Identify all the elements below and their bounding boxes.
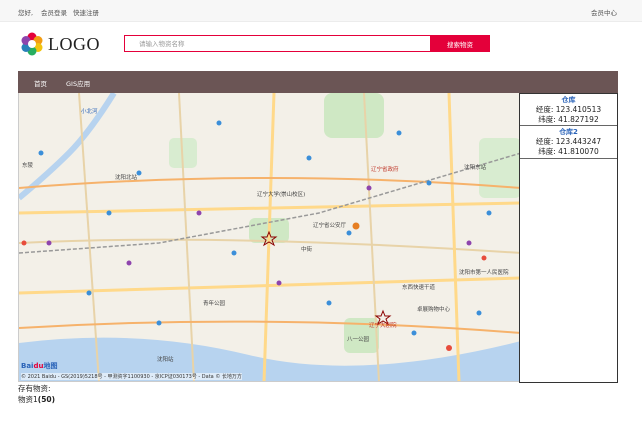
map-label: 青年公园: [203, 301, 226, 307]
inventory-label: 存有物资:: [18, 384, 51, 393]
map-label: 沈阳北站: [115, 175, 138, 181]
warehouse-name: 仓库: [561, 96, 576, 104]
map-label: 小北河: [81, 109, 98, 115]
nav-item-home[interactable]: 首页: [34, 78, 47, 88]
warehouse-lng: 经度: 123.410513: [535, 105, 602, 114]
map-label: 东陵: [22, 163, 34, 169]
map-background: [19, 93, 520, 381]
warehouse-2-info[interactable]: 仓库2 经度: 123.443247 纬度: 41.810070: [520, 127, 617, 157]
map-label: 沈阳市第一人民医院: [459, 270, 509, 276]
map-copyright: © 2021 Baidu - GS(2019)5218号 - 甲测资字11009…: [21, 373, 242, 380]
divider: [520, 158, 617, 159]
member-center-link[interactable]: 会员中心: [591, 7, 617, 17]
logo-flower-icon: [21, 32, 43, 56]
map-label: 辽宁省公安厅: [313, 223, 347, 229]
register-link[interactable]: 快速注册: [73, 7, 99, 17]
map-label: 辽宁大学(崇山校区): [257, 192, 306, 198]
site-logo[interactable]: LOGO: [20, 31, 100, 57]
warehouse-info-panel: 仓库 经度: 123.410513 纬度: 41.827192 仓库2 经度: …: [519, 93, 618, 383]
warehouse-lat: 纬度: 41.810070: [538, 147, 599, 156]
map-label: 辽宁大剧院: [369, 323, 397, 329]
search-input[interactable]: [124, 35, 430, 52]
map-label: 沈阳站: [157, 357, 174, 363]
nav-item-gis[interactable]: GIS应用: [66, 78, 90, 88]
map-label: 八一公园: [347, 337, 370, 343]
greeting-text: 您好,: [18, 9, 34, 17]
inventory-item-name: 物资1: [18, 395, 38, 404]
warehouse-1-info[interactable]: 仓库 经度: 123.410513 纬度: 41.827192: [520, 95, 617, 125]
main-nav: 首页 GIS应用: [18, 71, 618, 93]
inventory-item: 物资1(50): [18, 394, 55, 405]
warehouse-lat: 纬度: 41.827192: [538, 115, 599, 124]
baidu-logo: Baidu地图: [21, 362, 58, 370]
divider: [520, 125, 617, 126]
map-label: 中街: [301, 247, 313, 253]
map-label: 沈阳东站: [464, 165, 487, 171]
login-link[interactable]: 会员登录: [41, 7, 67, 17]
warehouse-lng: 经度: 123.443247: [535, 137, 602, 146]
map-label: 辽宁省政府: [371, 167, 399, 173]
map-canvas[interactable]: 东陵 小北河 辽宁大学(崇山校区) 辽宁省公安厅 东西快速干道 辽宁大剧院 沈阳…: [18, 93, 520, 382]
top-bar: 您好, 会员登录 快速注册 会员中心: [0, 0, 642, 22]
inventory-item-qty: (50): [37, 395, 56, 404]
warehouse-name: 仓库2: [559, 128, 578, 136]
search-button[interactable]: 搜索物资: [430, 35, 490, 52]
logo-text: LOGO: [48, 34, 100, 54]
map-label: 卓展购物中心: [417, 307, 451, 313]
map-label: 东西快速干道: [402, 285, 436, 291]
